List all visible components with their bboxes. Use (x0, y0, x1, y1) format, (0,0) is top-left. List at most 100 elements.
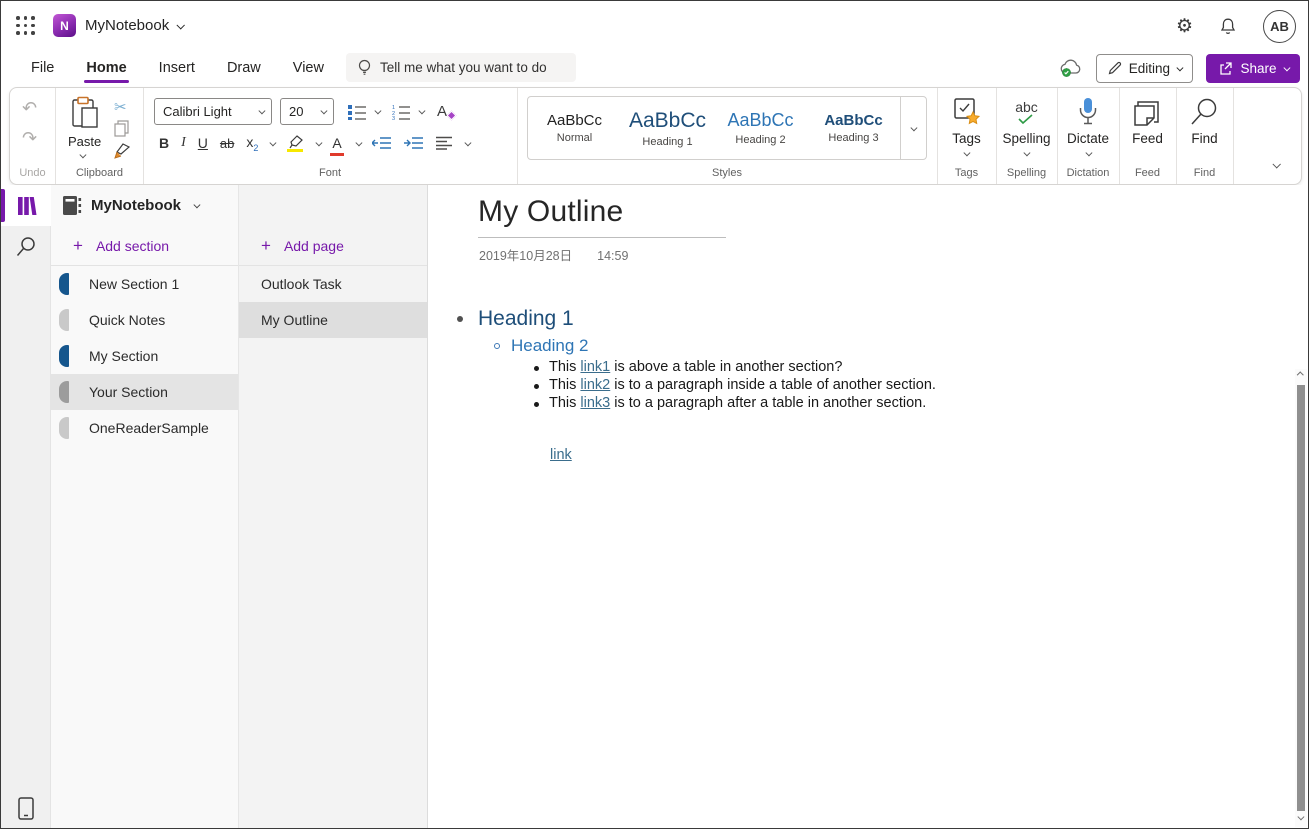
tell-me-search[interactable]: Tell me what you want to do (346, 53, 576, 82)
font-color-icon[interactable]: A (332, 136, 341, 150)
menubar-right: Editing Share (1059, 52, 1300, 84)
page-title[interactable]: My Outline (478, 195, 623, 229)
bullet-list-icon[interactable] (348, 104, 367, 120)
undo-group-label: Undo (10, 167, 55, 179)
font-color-letter: A (332, 135, 341, 151)
standalone-link[interactable]: link (550, 447, 572, 463)
outline-item[interactable]: This link1 is above a table in another s… (549, 359, 842, 375)
chevron-down-icon[interactable] (418, 108, 424, 114)
paste-label[interactable]: Paste (68, 134, 101, 149)
underline-button[interactable]: U (198, 135, 208, 151)
cut-icon[interactable]: ✂ (114, 98, 127, 116)
outline-heading1[interactable]: Heading 1 (478, 307, 574, 331)
chevron-down-icon[interactable] (270, 140, 276, 146)
notebook-title-dropdown[interactable]: MyNotebook (85, 17, 183, 34)
rail-notebooks-button[interactable] (1, 185, 51, 226)
page-canvas[interactable]: My Outline 2019年10月28日14:59 Heading 1 He… (428, 185, 1308, 828)
settings-gear-icon[interactable]: ⚙ (1176, 17, 1193, 36)
style-heading2[interactable]: AaBbCc Heading 2 (714, 97, 807, 159)
share-button[interactable]: Share (1206, 54, 1300, 83)
bullet-icon (534, 384, 539, 389)
page-item-my-outline[interactable]: My Outline (239, 302, 427, 338)
app-launcher-icon[interactable] (16, 16, 36, 36)
link3[interactable]: link3 (580, 395, 610, 411)
section-item-quick-notes[interactable]: Quick Notes (51, 302, 238, 338)
onenote-logo[interactable]: N (53, 14, 76, 37)
styles-gallery-more[interactable] (900, 97, 926, 159)
vertical-scrollbar[interactable] (1295, 369, 1307, 827)
outline-item[interactable]: This link3 is to a paragraph after a tab… (549, 395, 926, 411)
dictate-label: Dictate (1067, 131, 1109, 146)
add-page-button[interactable]: + Add page (239, 226, 427, 266)
font-group-label: Font (143, 167, 517, 179)
item-text: This (549, 377, 580, 393)
dictate-button[interactable]: Dictate Dictation (1057, 88, 1119, 184)
chevron-down-icon[interactable] (356, 140, 362, 146)
numbered-list-icon[interactable]: 123 (392, 104, 411, 120)
tab-draw[interactable]: Draw (211, 51, 277, 85)
style-heading3[interactable]: AaBbCc Heading 3 (807, 97, 900, 159)
avatar[interactable]: AB (1263, 10, 1296, 43)
undo-group: ↶ ↷ Undo (10, 88, 55, 184)
strikethrough-button[interactable]: ab (220, 136, 234, 151)
chevron-down-icon[interactable] (375, 108, 381, 114)
font-group: Calibri Light 20 123 A B I (143, 88, 517, 184)
notifications-bell-icon[interactable] (1219, 17, 1237, 36)
editing-mode-button[interactable]: Editing (1096, 54, 1194, 83)
link1[interactable]: link1 (580, 359, 610, 375)
feed-button[interactable]: Feed Feed (1119, 88, 1176, 184)
notebook-header-dropdown[interactable]: MyNotebook (51, 185, 238, 226)
scroll-down-arrow-icon[interactable] (1298, 813, 1304, 819)
tab-insert[interactable]: Insert (143, 51, 211, 85)
section-item-onereadersample[interactable]: OneReaderSample (51, 410, 238, 446)
feed-group-label: Feed (1119, 167, 1176, 179)
font-size-select[interactable]: 20 (280, 98, 334, 125)
scrollbar-thumb[interactable] (1297, 385, 1305, 811)
copy-icon[interactable] (114, 120, 130, 137)
tags-icon (952, 97, 982, 127)
section-item-your-section[interactable]: Your Section (51, 374, 238, 410)
tab-view[interactable]: View (277, 51, 340, 85)
tags-button[interactable]: Tags Tags (937, 88, 996, 184)
section-item-new-section-1[interactable]: New Section 1 (51, 266, 238, 302)
section-color-tab (59, 381, 69, 403)
outline-item[interactable]: This link2 is to a paragraph inside a ta… (549, 377, 936, 393)
highlight-color-icon[interactable] (287, 134, 304, 152)
find-group-label: Find (1176, 167, 1233, 179)
section-label: Quick Notes (89, 312, 165, 328)
style-normal[interactable]: AaBbCc Normal (528, 97, 621, 159)
clear-formatting-icon[interactable]: A (437, 103, 447, 120)
section-label: Your Section (89, 384, 168, 400)
undo-icon[interactable]: ↶ (22, 98, 37, 119)
increase-indent-icon[interactable] (404, 136, 424, 150)
rail-search-button[interactable] (1, 226, 51, 267)
find-button[interactable]: Find Find (1176, 88, 1233, 184)
spelling-button[interactable]: abc Spelling Spelling (996, 88, 1057, 184)
chevron-down-icon[interactable] (80, 151, 86, 157)
collapse-ribbon-chevron-icon[interactable] (1272, 160, 1280, 168)
section-label: New Section 1 (89, 276, 179, 292)
format-painter-icon[interactable] (113, 142, 131, 160)
page-item-outlook-task[interactable]: Outlook Task (239, 266, 427, 302)
add-section-button[interactable]: + Add section (51, 226, 238, 266)
paste-icon[interactable] (70, 96, 100, 132)
outline-heading2[interactable]: Heading 2 (511, 336, 589, 356)
section-item-my-section[interactable]: My Section (51, 338, 238, 374)
redo-icon[interactable]: ↷ (22, 128, 37, 149)
subscript-button[interactable]: x2 (246, 134, 258, 153)
paragraph-alignment-icon[interactable] (436, 136, 453, 150)
get-mobile-app-button[interactable] (1, 797, 51, 820)
style-heading1[interactable]: AaBbCc Heading 1 (621, 97, 714, 159)
find-label: Find (1191, 131, 1217, 146)
tab-file[interactable]: File (15, 51, 70, 85)
tab-home[interactable]: Home (70, 51, 142, 85)
link2[interactable]: link2 (580, 377, 610, 393)
scroll-up-arrow-icon[interactable] (1297, 372, 1303, 378)
section-color-tab (59, 417, 69, 439)
font-name-select[interactable]: Calibri Light (154, 98, 272, 125)
chevron-down-icon[interactable] (465, 140, 471, 146)
decrease-indent-icon[interactable] (372, 136, 392, 150)
chevron-down-icon[interactable] (316, 140, 322, 146)
italic-button[interactable]: I (181, 135, 186, 151)
bold-button[interactable]: B (159, 135, 169, 151)
